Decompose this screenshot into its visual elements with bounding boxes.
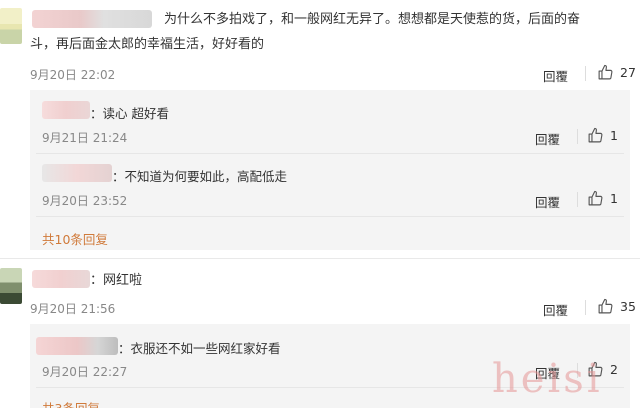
reply-time: 9月21日 21:24 bbox=[42, 131, 128, 145]
comment-separator bbox=[0, 258, 640, 259]
reply-button[interactable]: 回覆 bbox=[543, 300, 568, 319]
like-button[interactable]: 1 bbox=[587, 127, 618, 144]
reply-text: ：不知道为何要如此，高配低走 bbox=[112, 169, 288, 184]
thumbs-up-icon bbox=[588, 127, 603, 143]
reply-button[interactable]: 回覆 bbox=[535, 192, 560, 211]
comment-time: 9月20日 22:02 bbox=[30, 68, 116, 82]
watermark: heisi bbox=[492, 356, 603, 402]
avatar[interactable] bbox=[0, 268, 22, 304]
comment-text-line2: 斗，再后面金太郎的幸福生活，好好看的 bbox=[30, 37, 265, 52]
reply-text: ：读心 超好看 bbox=[90, 106, 169, 121]
more-replies-link[interactable]: 共3条回复 bbox=[42, 398, 100, 408]
username-blurred[interactable] bbox=[36, 337, 118, 355]
comment-time: 9月20日 21:56 bbox=[30, 302, 116, 316]
divider bbox=[585, 300, 586, 315]
like-count: 2 bbox=[610, 362, 618, 377]
thumbs-up-icon bbox=[598, 298, 613, 314]
thumbs-up-icon bbox=[588, 190, 603, 206]
like-button[interactable]: 27 bbox=[597, 64, 636, 81]
reply-time: 9月20日 23:52 bbox=[42, 194, 128, 208]
reply-time: 9月20日 22:27 bbox=[42, 365, 128, 379]
username-blurred[interactable] bbox=[42, 164, 112, 182]
more-replies-link[interactable]: 共10条回复 bbox=[42, 229, 108, 248]
divider bbox=[585, 66, 586, 81]
reply-button[interactable]: 回覆 bbox=[543, 66, 568, 85]
reply-divider bbox=[36, 216, 624, 217]
like-count: 27 bbox=[620, 65, 636, 80]
username-blurred[interactable] bbox=[32, 10, 152, 28]
like-count: 1 bbox=[610, 191, 618, 206]
thumbs-up-icon bbox=[598, 64, 613, 80]
username-blurred[interactable] bbox=[42, 101, 90, 119]
username-blurred[interactable] bbox=[32, 270, 90, 288]
reply-button[interactable]: 回覆 bbox=[535, 129, 560, 148]
like-button[interactable]: 1 bbox=[587, 190, 618, 207]
like-count: 1 bbox=[610, 128, 618, 143]
divider bbox=[577, 129, 578, 144]
reply-text: ：衣服还不如一些网红家好看 bbox=[118, 341, 281, 356]
comment-text: ：网红啦 bbox=[90, 273, 143, 288]
reply-divider bbox=[36, 153, 624, 154]
like-button[interactable]: 35 bbox=[597, 298, 636, 315]
divider bbox=[577, 192, 578, 207]
comment-text-line1: 为什么不多拍戏了，和一般网红无异了。想想都是天使惹的货，后面的奋 bbox=[164, 12, 581, 27]
like-count: 35 bbox=[620, 299, 636, 314]
avatar[interactable] bbox=[0, 8, 22, 44]
